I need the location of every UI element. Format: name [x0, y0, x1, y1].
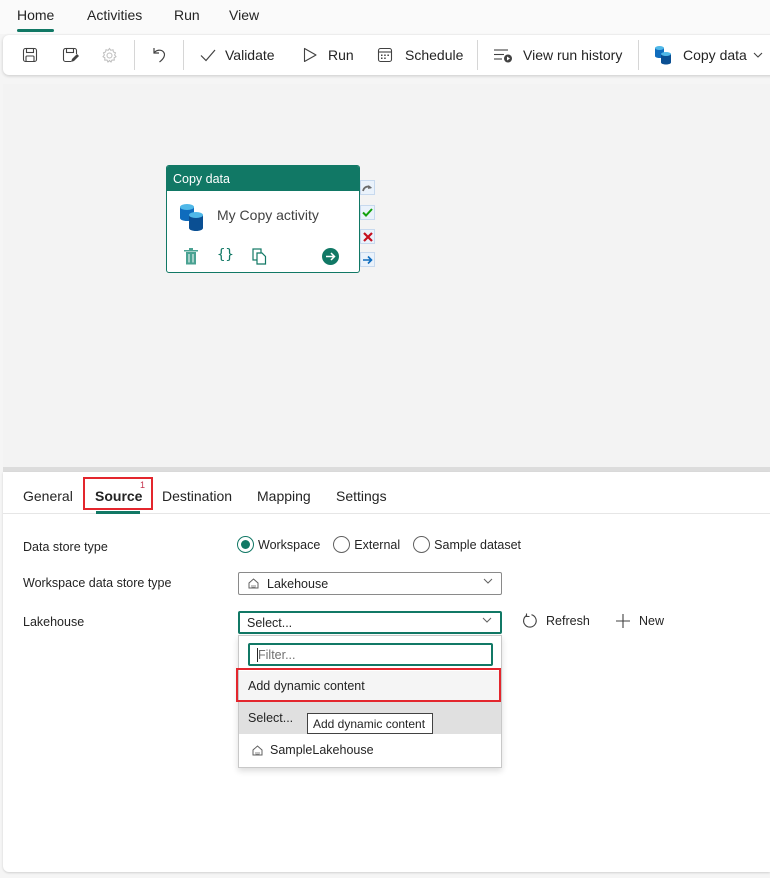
- schedule-button[interactable]: Schedule: [377, 35, 463, 75]
- new-button[interactable]: New: [615, 613, 664, 629]
- failure-icon[interactable]: [360, 229, 375, 244]
- data-store-type-radio-group: Workspace External Sample dataset: [237, 536, 534, 553]
- radio-indicator: [237, 536, 254, 553]
- option-label: SampleLakehouse: [270, 743, 374, 757]
- radio-indicator: [333, 536, 351, 553]
- radio-external-label: External: [354, 537, 401, 552]
- go-arrow-icon[interactable]: [322, 248, 339, 270]
- code-icon[interactable]: {}: [217, 247, 234, 263]
- gear-icon: [102, 47, 117, 63]
- copy-icon[interactable]: [252, 248, 267, 270]
- schedule-label: Schedule: [405, 47, 464, 63]
- radio-workspace-label: Workspace: [258, 537, 321, 552]
- radio-sample-dataset[interactable]: Sample dataset: [413, 536, 521, 553]
- undo-button[interactable]: [150, 35, 168, 75]
- copy-data-label: Copy data: [683, 47, 747, 63]
- settings-button[interactable]: [101, 35, 118, 75]
- delete-icon[interactable]: [184, 248, 198, 270]
- database-icon: [180, 204, 203, 231]
- play-icon: [303, 47, 317, 63]
- dynamic-content-highlight: [236, 668, 501, 702]
- source-tab-highlight: [83, 477, 153, 510]
- toolbar-separator: [134, 40, 135, 70]
- toolbar-separator: [638, 40, 639, 70]
- pipeline-editor: Home Activities Run View Validate Run Sc…: [0, 0, 770, 878]
- radio-sample-dataset-label: Sample dataset: [434, 537, 522, 552]
- tab-run[interactable]: Run: [174, 7, 200, 23]
- workspace-data-store-type-label: Workspace data store type: [23, 576, 172, 590]
- refresh-button[interactable]: Refresh: [522, 613, 590, 629]
- tooltip: Add dynamic content: [307, 713, 433, 734]
- run-label: Run: [328, 47, 354, 63]
- save-icon: [22, 47, 38, 63]
- success-icon[interactable]: [360, 205, 375, 220]
- run-button[interactable]: Run: [303, 35, 354, 75]
- save-as-button[interactable]: [62, 35, 80, 75]
- text-cursor: [257, 648, 258, 662]
- new-label: New: [639, 614, 665, 628]
- copy-data-dropdown[interactable]: Copy data: [654, 35, 763, 75]
- toolbar: Validate Run Schedule View run history C…: [3, 35, 770, 75]
- chevron-down-icon: [753, 52, 763, 58]
- refresh-icon: [523, 613, 537, 628]
- refresh-label: Refresh: [546, 614, 590, 628]
- lakehouse-icon: [252, 744, 263, 755]
- lakehouse-icon: [248, 578, 259, 589]
- view-run-history-label: View run history: [523, 47, 623, 63]
- copy-activity-card[interactable]: Copy data My Copy activity {}: [166, 165, 360, 273]
- lakehouse-select[interactable]: Select...: [238, 611, 502, 634]
- toolbar-separator: [477, 40, 478, 70]
- plus-icon: [616, 614, 630, 628]
- checkmark-icon: [200, 49, 216, 62]
- tab-mapping[interactable]: Mapping: [257, 488, 311, 504]
- run-history-icon: [494, 49, 512, 63]
- tab-activities[interactable]: Activities: [87, 7, 142, 23]
- radio-external[interactable]: External: [333, 536, 400, 553]
- tab-general[interactable]: General: [23, 488, 73, 504]
- radio-indicator: [413, 536, 431, 553]
- tab-home[interactable]: Home: [17, 7, 55, 32]
- tab-destination[interactable]: Destination: [162, 488, 232, 504]
- save-button[interactable]: [22, 35, 38, 75]
- validate-label: Validate: [225, 47, 275, 63]
- tab-home-label: Home: [17, 7, 55, 23]
- filter-placeholder: Filter...: [258, 648, 296, 662]
- database-icon: [655, 46, 671, 65]
- active-tab-indicator: [17, 29, 55, 32]
- selected-value: Lakehouse: [267, 576, 329, 591]
- calendar-icon: [377, 47, 393, 63]
- ribbon-tabs: Home Activities Run View: [0, 0, 770, 34]
- activity-type-header: Copy data: [167, 166, 359, 191]
- completion-icon[interactable]: [360, 252, 375, 267]
- save-as-icon: [62, 47, 79, 63]
- filter-input[interactable]: Filter...: [248, 643, 493, 666]
- lakehouse-label: Lakehouse: [23, 615, 85, 629]
- option-sample-lakehouse[interactable]: SampleLakehouse: [239, 735, 501, 765]
- validate-button[interactable]: Validate: [200, 35, 275, 75]
- view-run-history-button[interactable]: View run history: [493, 35, 622, 75]
- data-store-type-label: Data store type: [23, 540, 108, 554]
- activity-actions: {}: [167, 247, 359, 270]
- chevron-down-icon: [483, 578, 493, 584]
- selected-value: Select...: [247, 615, 293, 630]
- tab-view[interactable]: View: [229, 7, 259, 23]
- workspace-data-store-type-select[interactable]: Lakehouse: [238, 572, 502, 595]
- activity-name: My Copy activity: [217, 207, 319, 223]
- undo-icon: [153, 48, 166, 63]
- tab-settings[interactable]: Settings: [336, 488, 387, 504]
- properties-panel: General Source 1 Destination Mapping Set…: [3, 472, 770, 872]
- pipeline-canvas[interactable]: [3, 84, 770, 467]
- radio-workspace[interactable]: Workspace: [237, 536, 320, 553]
- chevron-down-icon: [482, 617, 492, 623]
- toolbar-separator: [183, 40, 184, 70]
- active-tab-indicator: [96, 511, 140, 514]
- skip-icon[interactable]: [360, 180, 375, 195]
